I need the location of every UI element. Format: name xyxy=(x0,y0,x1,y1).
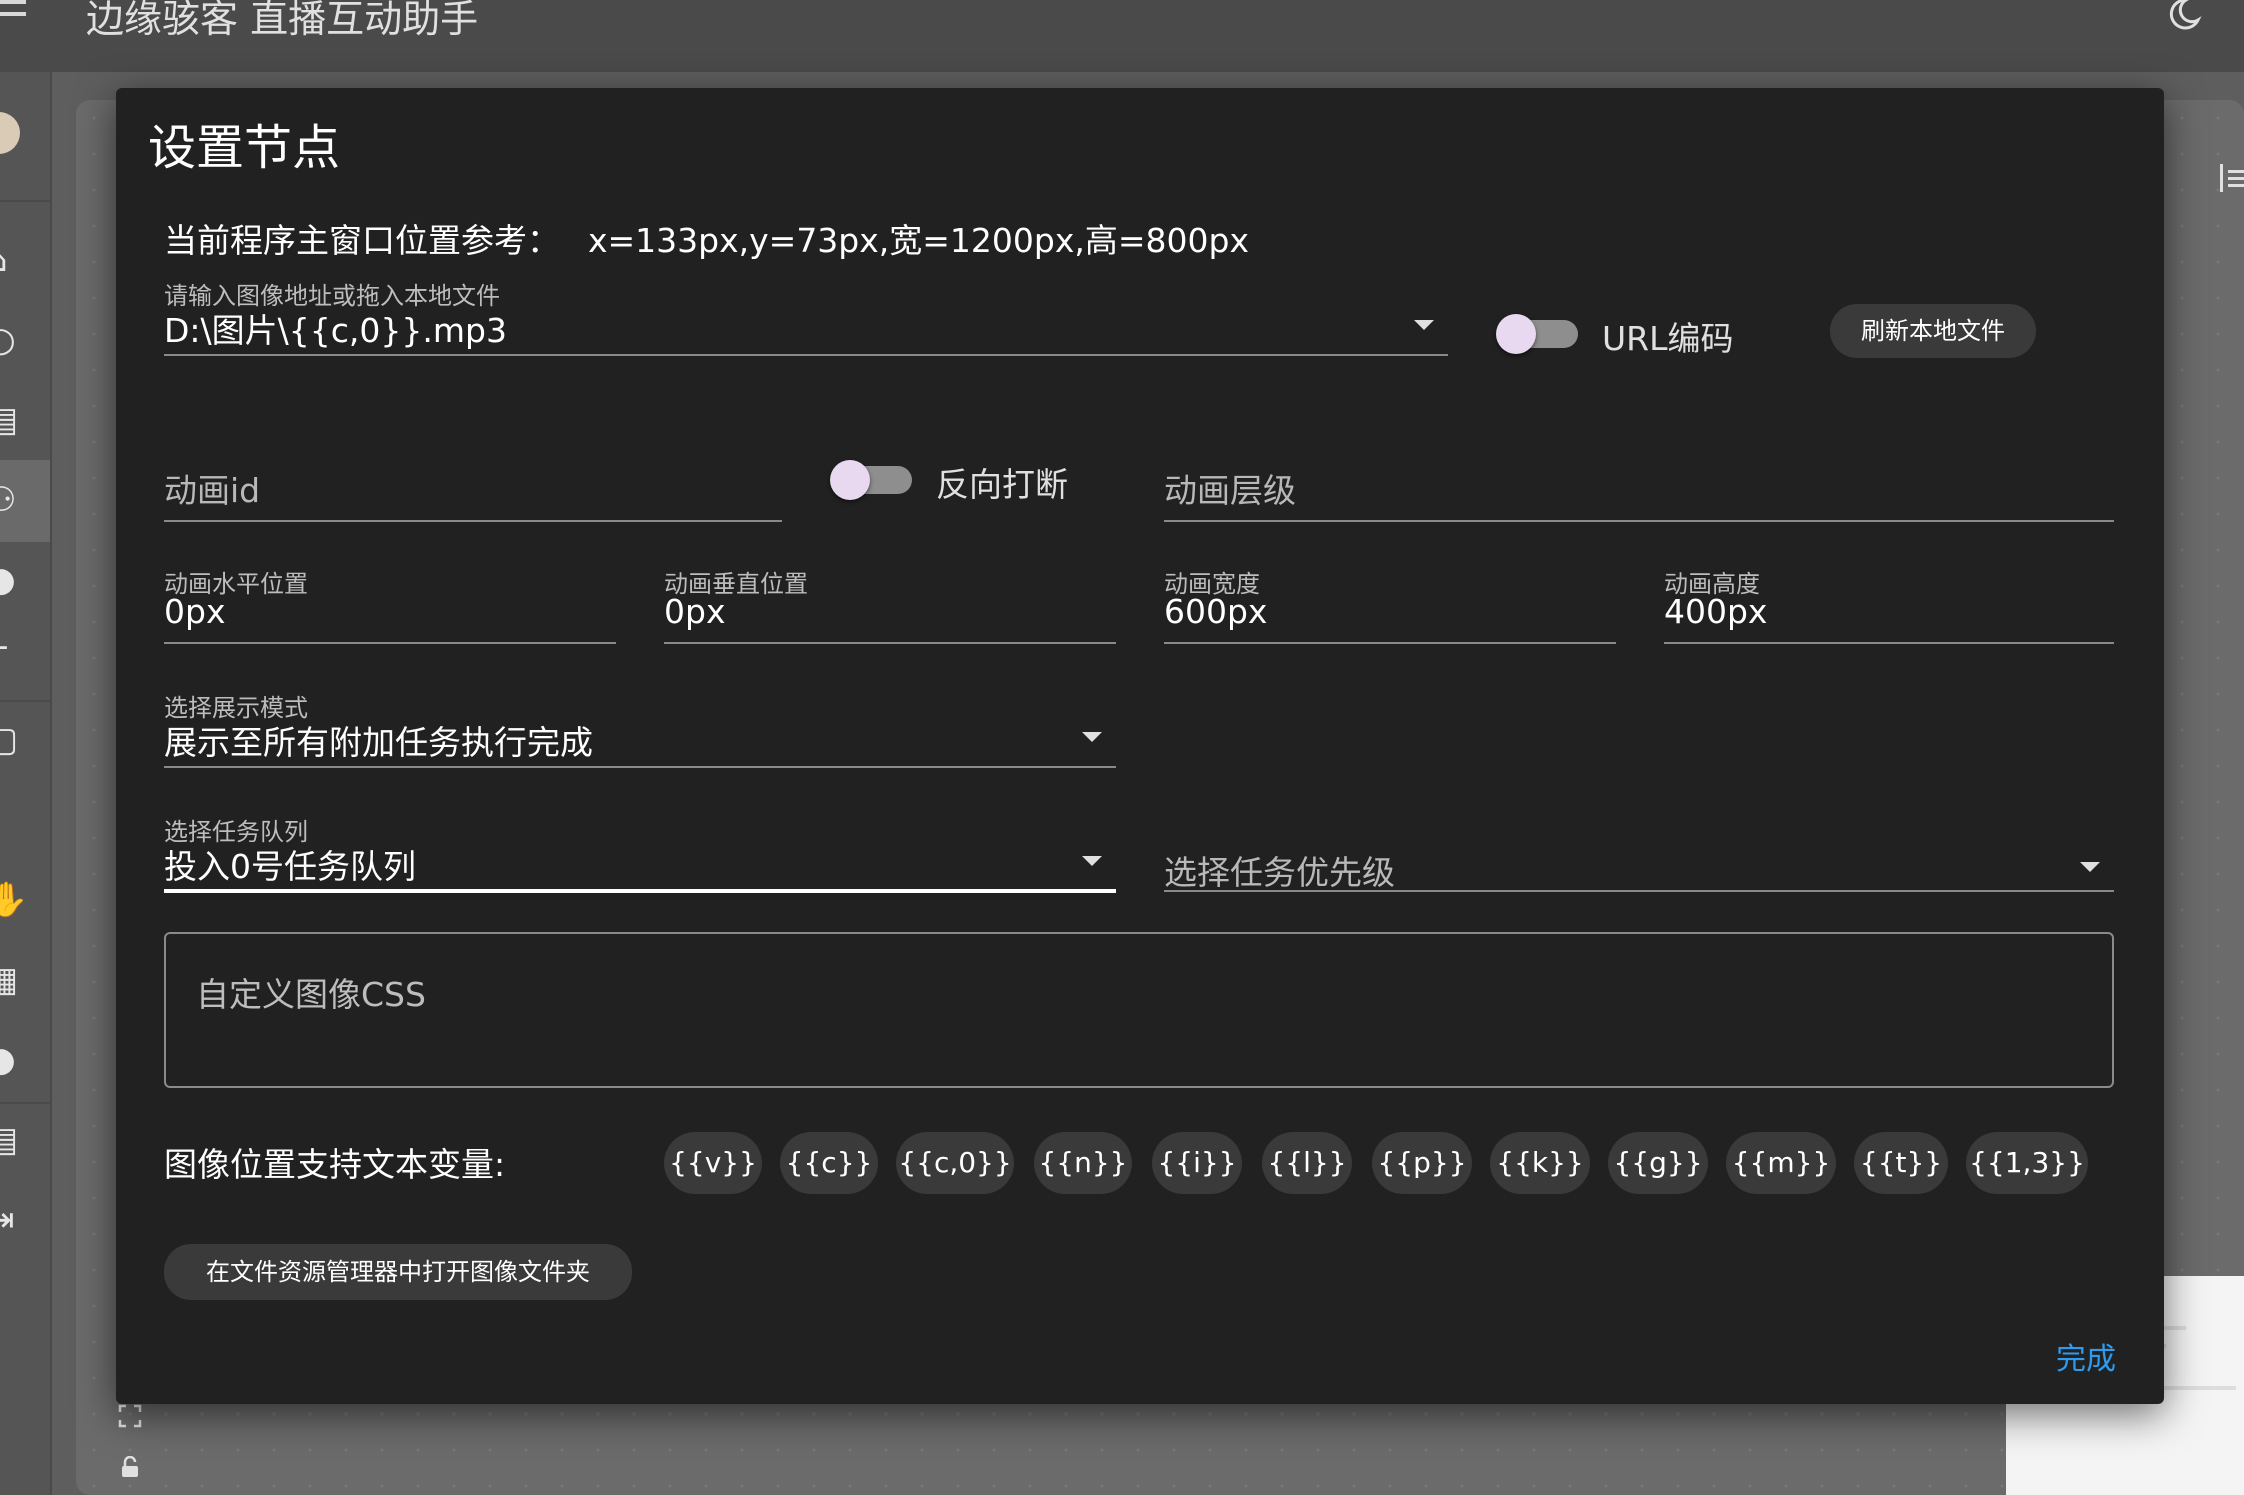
chevron-down-icon[interactable] xyxy=(1414,320,1434,330)
ref-value: x=133px,y=73px,宽=1200px,高=800px xyxy=(588,221,1249,260)
anim-h-pos-input[interactable]: 动画水平位置 0px xyxy=(164,564,616,644)
window-position-reference: 当前程序主窗口位置参考： x=133px,y=73px,宽=1200px,高=80… xyxy=(164,214,1249,262)
anim-layer-input[interactable]: 动画层级 xyxy=(1164,464,2114,524)
anim-id-input[interactable]: 动画id xyxy=(164,464,782,524)
frame-icon[interactable]: ▢ xyxy=(0,720,40,760)
ref-label: 当前程序主窗口位置参考： xyxy=(164,221,560,260)
grid-icon[interactable]: ▦ xyxy=(0,960,40,1000)
dialog-title: 设置节点 xyxy=(148,120,341,176)
sidebar-divider xyxy=(0,1102,50,1104)
exit-icon[interactable]: ⇥ xyxy=(0,1200,40,1240)
display-mode-select[interactable]: 选择展示模式 展示至所有附加任务执行完成 xyxy=(164,688,1116,768)
var-chip[interactable]: {{1,3}} xyxy=(1966,1132,2088,1194)
var-chip[interactable]: {{g}} xyxy=(1608,1132,1708,1194)
var-chip[interactable]: {{v}} xyxy=(664,1132,762,1194)
link-icon[interactable]: ○ xyxy=(0,320,40,360)
image-url-field[interactable]: 请输入图像地址或拖入本地文件 D:\图片\{{c,0}}.mp3 xyxy=(164,276,1448,356)
set-node-dialog: 设置节点 当前程序主窗口位置参考： x=133px,y=73px,宽=1200px… xyxy=(116,88,2164,1404)
sidebar-divider xyxy=(0,700,50,702)
task-priority-select[interactable]: 选择任务优先级 xyxy=(1164,846,2114,894)
open-image-folder-button[interactable]: 在文件资源管理器中打开图像文件夹 xyxy=(164,1244,632,1300)
refresh-local-files-button[interactable]: 刷新本地文件 xyxy=(1830,304,2036,358)
alert-icon[interactable]: ! xyxy=(0,800,40,840)
hamburger-menu-icon[interactable] xyxy=(0,0,28,30)
lock-icon[interactable] xyxy=(120,1456,140,1478)
var-chip[interactable]: {{k}} xyxy=(1490,1132,1590,1194)
var-chip[interactable]: {{c}} xyxy=(780,1132,878,1194)
reverse-break-label: 反向打断 xyxy=(936,465,1068,504)
nodes-icon[interactable]: ⚇ xyxy=(0,480,40,520)
hand-icon[interactable]: ✋ xyxy=(0,880,40,920)
chevron-down-icon[interactable] xyxy=(1082,732,1102,742)
chevron-down-icon[interactable] xyxy=(2080,862,2100,872)
image-url-value[interactable]: D:\图片\{{c,0}}.mp3 xyxy=(164,304,507,352)
panel-toggle-icon[interactable] xyxy=(2218,160,2244,196)
app-bar: 边缘骇客 直播互动助手 xyxy=(0,0,2244,72)
var-chip[interactable]: {{m}} xyxy=(1726,1132,1836,1194)
anim-width-input[interactable]: 动画宽度 600px xyxy=(1164,564,1616,644)
var-chip[interactable]: {{n}} xyxy=(1034,1132,1132,1194)
fullscreen-icon[interactable] xyxy=(118,1404,142,1428)
info-icon[interactable]: ● xyxy=(0,1040,40,1080)
custom-css-textarea[interactable]: 自定义图像CSS xyxy=(164,932,2114,1088)
url-encode-label: URL编码 xyxy=(1602,319,1734,358)
sidebar-divider xyxy=(0,200,50,202)
doc-icon[interactable]: ▤ xyxy=(0,1120,40,1160)
var-chip[interactable]: {{l}} xyxy=(1262,1132,1352,1194)
avatar[interactable] xyxy=(0,112,20,154)
moon-theme-icon[interactable] xyxy=(2164,0,2204,34)
circle-icon[interactable]: ● xyxy=(0,560,40,600)
anim-height-input[interactable]: 动画高度 400px xyxy=(1664,564,2114,644)
var-chip[interactable]: {{i}} xyxy=(1152,1132,1242,1194)
home-icon[interactable]: ⌂ xyxy=(0,240,40,280)
done-button[interactable]: 完成 xyxy=(2056,1334,2116,1378)
var-chip[interactable]: {{t}} xyxy=(1854,1132,1948,1194)
anim-v-pos-input[interactable]: 动画垂直位置 0px xyxy=(664,564,1116,644)
text-icon[interactable]: T xyxy=(0,640,40,680)
list-icon[interactable]: ▤ xyxy=(0,400,40,440)
url-encode-switch[interactable]: URL编码 xyxy=(1496,310,1752,358)
sidebar: ⌂ ○ ▤ ⚇ ● T ▢ ! ✋ ▦ ● ▤ ⇥ xyxy=(0,72,52,1495)
app-title: 边缘骇客 直播互动助手 xyxy=(86,0,479,41)
task-queue-select[interactable]: 选择任务队列 投入0号任务队列 xyxy=(164,812,1116,894)
text-variables-label: 图像位置支持文本变量: xyxy=(164,1145,506,1184)
reverse-break-switch[interactable]: 反向打断 xyxy=(830,456,1096,504)
var-chip[interactable]: {{p}} xyxy=(1372,1132,1472,1194)
chevron-down-icon[interactable] xyxy=(1082,856,1102,866)
var-chip[interactable]: {{c,0}} xyxy=(896,1132,1014,1194)
